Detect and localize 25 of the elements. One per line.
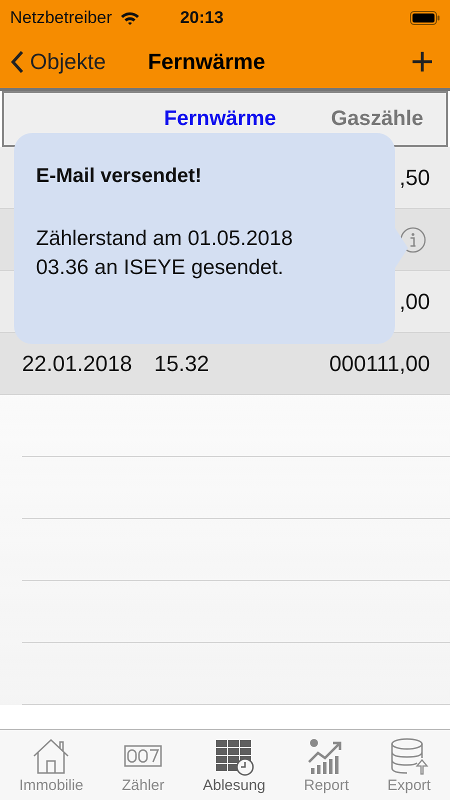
database-upload-icon bbox=[389, 736, 430, 776]
popup-title: E-Mail versendet! bbox=[36, 165, 203, 188]
carrier-name: Netzbetreiber bbox=[10, 8, 112, 28]
nav-title: Fernwärme bbox=[148, 49, 266, 75]
reading-value: ,00 bbox=[399, 288, 430, 314]
popup-message: Zählerstand am 01.05.2018 03.36 an ISEYE gesendet. bbox=[36, 226, 294, 281]
house-icon bbox=[31, 736, 72, 776]
back-button[interactable]: Objekte bbox=[10, 49, 106, 75]
tab-item[interactable]: Ablesung bbox=[202, 736, 266, 794]
tab-item[interactable]: Immobilie bbox=[19, 736, 84, 794]
wifi-icon bbox=[120, 10, 140, 26]
reading-date: 22.01.2018 bbox=[22, 350, 132, 376]
add-button[interactable]: + bbox=[404, 42, 440, 82]
tab-item[interactable]: Report bbox=[304, 736, 349, 794]
tab-item[interactable]: Zähler bbox=[122, 736, 164, 794]
segment-tab[interactable]: Fernwärme bbox=[164, 107, 276, 131]
chevron-left-icon bbox=[10, 50, 24, 74]
reading-time: 15.32 bbox=[154, 350, 210, 376]
reading-value: ,50 bbox=[399, 164, 430, 190]
reading-value: 000111,00 bbox=[329, 350, 430, 376]
tab-item[interactable]: Export bbox=[387, 736, 431, 794]
status-time: 20:13 bbox=[180, 8, 225, 28]
battery-icon bbox=[410, 11, 440, 25]
info-icon[interactable] bbox=[400, 226, 426, 252]
segment-tab[interactable]: Gaszähle bbox=[331, 107, 424, 131]
